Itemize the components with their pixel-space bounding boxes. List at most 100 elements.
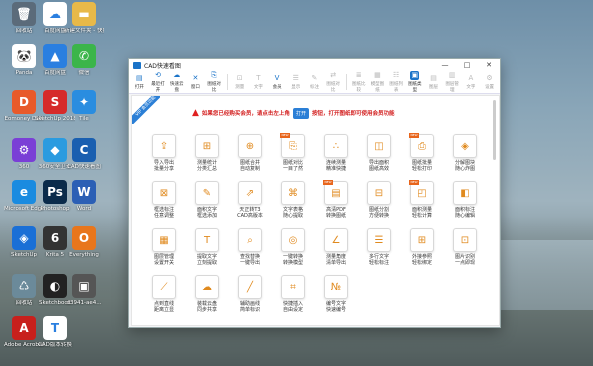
minimize-button[interactable]: — [434, 61, 456, 69]
toolbar-button[interactable]: ▤ 图层 [425, 74, 442, 90]
toolbar-label: 图层管理 [445, 82, 459, 93]
feature-item[interactable]: ⌗ 快捷插入 自由设定 [273, 275, 313, 313]
toolbar-button[interactable]: V 会员 [269, 74, 286, 90]
feature-label: 面积测量 轻松计算 [411, 207, 432, 219]
feature-label: 分解图块 随心炸图 [454, 160, 475, 172]
toolbar-label: 显示 [291, 85, 301, 90]
feature-item[interactable]: ⊕ 图纸合并 自动复制 [230, 134, 270, 172]
feature-item[interactable]: ⊡ 图片识别 一点即现 [445, 228, 485, 266]
toolbar-button[interactable]: ⇄ 图纸对比 [325, 71, 342, 93]
window-titlebar[interactable]: CAD快速看图 — □ ✕ [129, 59, 500, 71]
toolbar-icon: ⟲ [155, 71, 161, 79]
toolbar-button[interactable]: ▦ 模型图纸 [369, 71, 386, 93]
toolbar-button[interactable]: ⎘ 图纸对比 [206, 71, 223, 93]
desktop-icon-label: Tile [79, 116, 89, 122]
toolbar-button[interactable]: ☰ 显示 [287, 74, 304, 90]
desktop-icon[interactable]: C CAD快速看图 [64, 138, 104, 170]
toolbar-button[interactable]: ▤ 打开 [131, 74, 148, 90]
feature-label: 面积文字 框选添加 [196, 207, 217, 219]
desktop-icon[interactable]: T CAD版本转换 [35, 316, 75, 348]
desktop-icon[interactable]: ▬ 新建文件夹 - 快捷方式 [64, 2, 104, 34]
toolbar-button[interactable]: ⟲ 最近打开 [150, 71, 167, 93]
desktop-icon[interactable]: O Everything [64, 226, 104, 258]
toolbar-button[interactable]: ✕ 窗口 [187, 74, 204, 90]
feature-item[interactable]: ⇗ 天正转T3 CAD高版本 [230, 181, 270, 219]
feature-item[interactable]: ⌕ 查找替换 一键导出 [230, 228, 270, 266]
feature-item[interactable]: T 提取文字 立刻提取 [187, 228, 227, 266]
desktop-icon[interactable]: ▣ d3941-ae4... [64, 274, 104, 306]
app-icon: T [43, 316, 67, 340]
desktop-icon-label: CAD快速看图 [67, 164, 101, 170]
feature-item[interactable]: ⟋ 点到直线 距离立显 [144, 275, 184, 313]
window-controls: — □ ✕ [434, 61, 500, 69]
feature-item[interactable]: ╱ 辅助画线 简单标识 [230, 275, 270, 313]
feature-item[interactable]: ◈ 分解图块 随心炸图 [445, 134, 485, 172]
app-icon: e [12, 180, 36, 204]
desktop-icon[interactable]: ✆ 微信 [64, 44, 104, 76]
feature-icon: № [324, 275, 348, 299]
toolbar-button[interactable]: ✎ 标注 [306, 74, 323, 90]
feature-label: 图层管理 设置开关 [153, 254, 174, 266]
banner-open-button[interactable]: 打开 [292, 107, 309, 119]
close-button[interactable]: ✕ [478, 61, 500, 69]
feature-item[interactable]: ⌘ 文字表格 随心提取 [273, 181, 313, 219]
feature-label: 文字表格 随心提取 [282, 207, 303, 219]
toolbar-button[interactable]: ▥ 图层管理 [444, 71, 461, 93]
toolbar-button[interactable]: ≣ 图纸比较 [350, 71, 367, 93]
feature-item[interactable]: ⎙ NEW 图纸批量 轻松打印 [402, 133, 442, 172]
feature-label: 多行文字 轻松标注 [368, 254, 389, 266]
feature-item[interactable]: ▦ 图层管理 设置开关 [144, 228, 184, 266]
feature-item[interactable]: ⇪ 导入导出 批量分享 [144, 134, 184, 172]
toolbar-label: 标注 [309, 85, 319, 90]
feature-item[interactable]: ◫ 导出面积 图纸高效 [359, 134, 399, 172]
desktop-icon-label: Word [76, 206, 92, 212]
feature-item[interactable]: ∠ 测量角度 清单导出 [316, 228, 356, 266]
feature-icon: ⊡ [453, 228, 477, 252]
toolbar-label: 测量 [235, 85, 245, 90]
toolbar-separator [346, 74, 348, 90]
feature-label: 一键转换 转换模型 [282, 254, 303, 266]
feature-icon: ⌕ [238, 228, 262, 252]
feature-item[interactable]: ⊠ 框选标注 任意调整 [144, 181, 184, 219]
feature-item[interactable]: ⎘ NEW 图纸对比 一目了然 [273, 133, 313, 172]
feature-icon: ⌘ [281, 181, 305, 205]
scrollbar[interactable] [493, 100, 496, 160]
feature-item[interactable]: ⊟ 图纸分割 方便转换 [359, 181, 399, 219]
desktop-icon[interactable]: W Word [64, 180, 104, 212]
toolbar-icon: ⚙ [486, 74, 493, 82]
toolbar-label: 打开 [134, 85, 144, 90]
toolbar-button[interactable]: T 文字 [250, 74, 267, 90]
toolbar-label: 设置 [485, 85, 495, 90]
feature-item[interactable]: № 编号文字 快速编号 [316, 275, 356, 313]
feature-item[interactable]: ✎ 面积文字 框选添加 [187, 181, 227, 219]
feature-item[interactable]: ☁ 装载云盘 同步共享 [187, 275, 227, 313]
toolbar-button[interactable]: ⚙ 设置 [481, 74, 498, 90]
feature-icon: ⇪ [152, 134, 176, 158]
feature-item[interactable]: ☰ 多行文字 轻松标注 [359, 228, 399, 266]
toolbar-button[interactable]: ☁ 快速云盘 [168, 71, 185, 93]
feature-item[interactable]: ◧ 面积标注 随心编辑 [445, 181, 485, 219]
feature-label: 导入导出 批量分享 [153, 160, 174, 172]
feature-item[interactable]: ∴ 连续测量 精准快捷 [316, 134, 356, 172]
feature-item[interactable]: ⊞ 外接参照 轻松绑定 [402, 228, 442, 266]
feature-icon: ⇗ [238, 181, 262, 205]
toolbar-button[interactable]: ▣ 图纸类型 [406, 71, 423, 93]
toolbar-button[interactable]: ☷ 图纸列表 [388, 71, 405, 93]
app-icon: W [72, 180, 96, 204]
feature-icon: ▦ [152, 228, 176, 252]
feature-item[interactable]: ⊞ 测量统计 分类汇总 [187, 134, 227, 172]
toolbar-button[interactable]: A 文字 [463, 74, 480, 90]
toolbar-separator [227, 74, 229, 90]
app-icon: ✦ [72, 90, 96, 114]
toolbar-button[interactable]: ⊡ 测量 [231, 74, 248, 90]
new-badge: NEW [409, 180, 419, 185]
feature-item[interactable]: ◰ NEW 面积测量 轻松计算 [402, 180, 442, 219]
feature-icon: ⊟ [367, 181, 391, 205]
feature-icon: ⊞ [195, 134, 219, 158]
toolbar-label: 会员 [272, 85, 282, 90]
app-icon: ♺ [12, 274, 36, 298]
feature-item[interactable]: ◎ 一键转换 转换模型 [273, 228, 313, 266]
desktop-icon[interactable]: ✦ Tile [64, 90, 104, 122]
feature-item[interactable]: ▤ NEW 高清PDF 转换图纸 [316, 180, 356, 219]
maximize-button[interactable]: □ [456, 61, 478, 69]
